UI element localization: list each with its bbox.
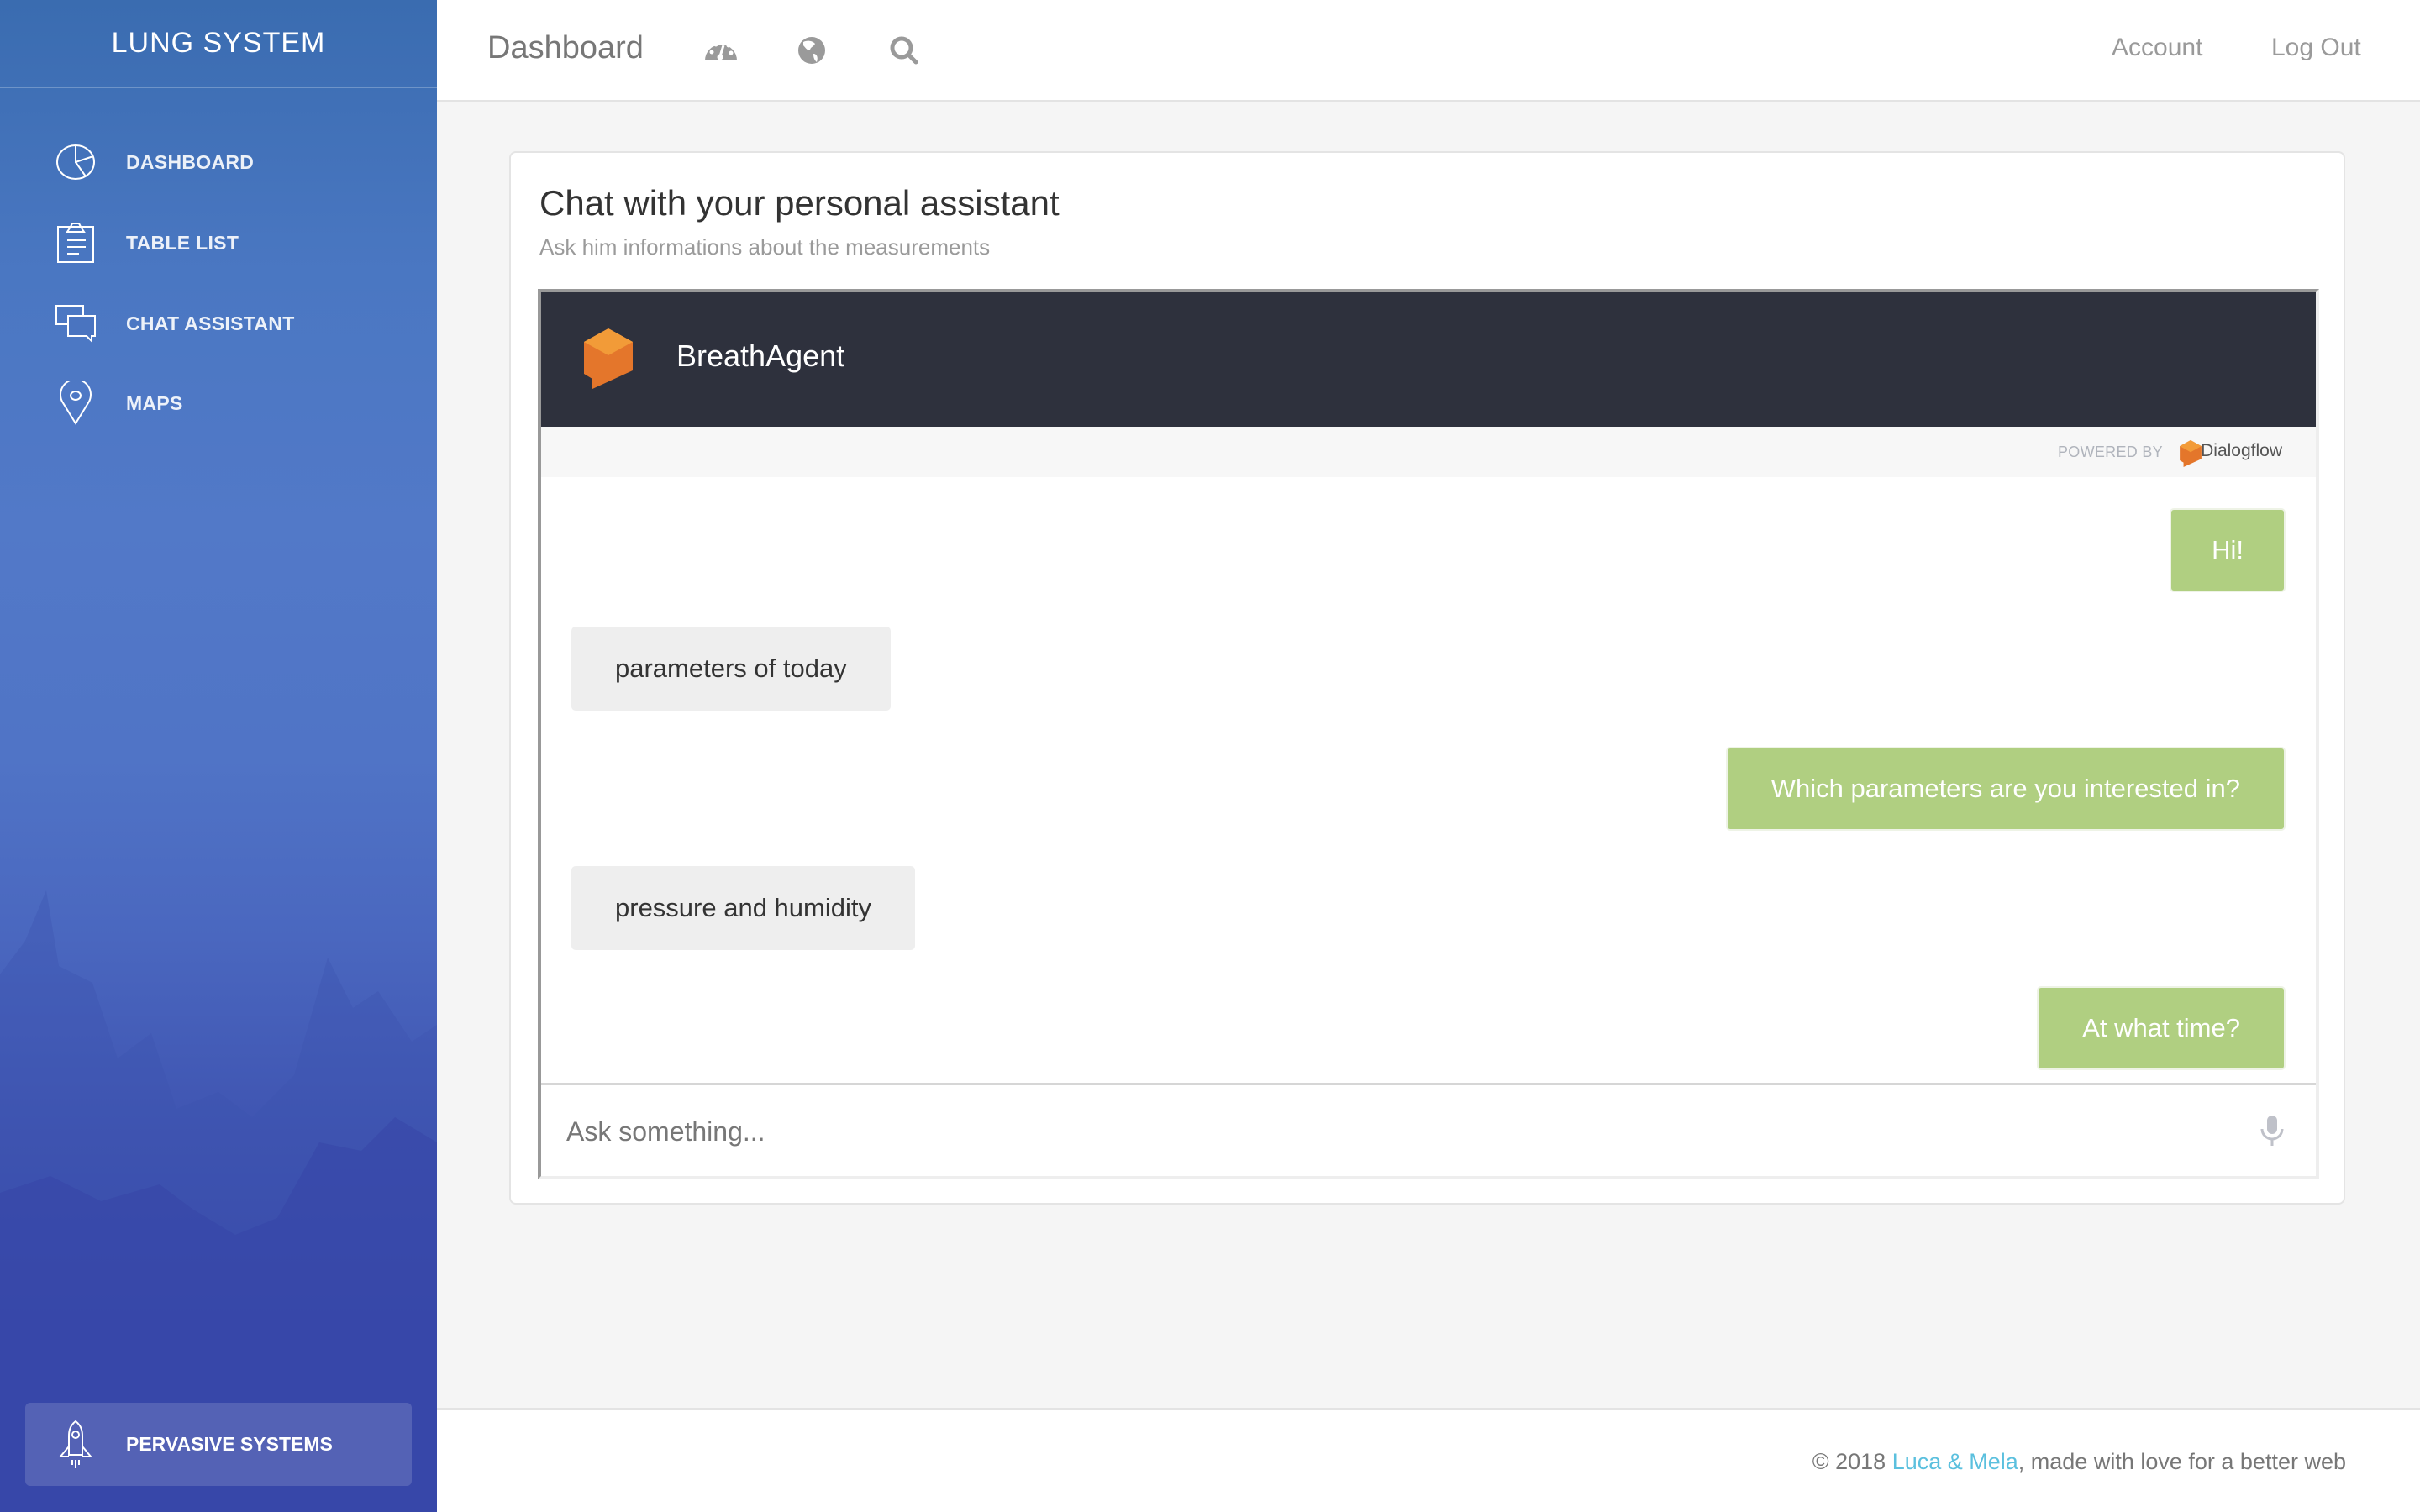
- chat-widget: BreathAgent POWERED BY Dialogflow Hi! pa…: [538, 289, 2319, 1179]
- dialogflow-logo-icon: [584, 328, 633, 389]
- dialogflow-small-logo-icon: [2180, 440, 2202, 467]
- footer-copyright: © 2018: [1812, 1449, 1892, 1474]
- pie-chart-icon: [54, 140, 97, 184]
- dialogflow-name: Dialogflow: [2201, 441, 2282, 460]
- top-navbar: Dashboard Account Log Out: [437, 0, 2420, 102]
- pervasive-systems-label: PERVASIVE SYSTEMS: [126, 1433, 333, 1455]
- chat-header: BreathAgent: [541, 292, 2316, 427]
- card-title: Chat with your personal assistant: [539, 183, 1060, 223]
- page-title[interactable]: Dashboard: [487, 30, 644, 66]
- sidebar-item-chat-assistant[interactable]: CHAT ASSISTANT: [0, 290, 437, 357]
- card-subtitle: Ask him informations about the measureme…: [539, 234, 991, 260]
- sidebar-item-label: CHAT ASSISTANT: [126, 312, 295, 334]
- sidebar-item-dashboard[interactable]: DASHBOARD: [0, 129, 437, 196]
- footer-tagline: , made with love for a better web: [2018, 1449, 2346, 1474]
- bot-message: Which parameters are you interested in?: [1725, 747, 2286, 831]
- footer-authors-link[interactable]: Luca & Mela: [1892, 1449, 2018, 1474]
- chat-bubbles-icon: [54, 302, 97, 345]
- message-list: Hi! parameters of today Which parameters…: [541, 477, 2316, 1086]
- pervasive-systems-button[interactable]: PERVASIVE SYSTEMS: [25, 1403, 412, 1486]
- sidebar-item-table-list[interactable]: TABLE LIST: [0, 209, 437, 276]
- microphone-icon[interactable]: [2259, 1114, 2286, 1147]
- sidebar-item-label: MAPS: [126, 391, 183, 414]
- powered-by-label: POWERED BY: [2057, 444, 2163, 460]
- logout-link[interactable]: Log Out: [2271, 34, 2361, 62]
- account-link[interactable]: Account: [2112, 34, 2202, 62]
- bot-message: Hi!: [2170, 508, 2286, 592]
- sidebar: LUNG SYSTEM DASHBOARD TABLE LIST CHAT AS…: [0, 0, 437, 1512]
- footer-text: © 2018 Luca & Mela, made with love for a…: [1812, 1449, 2346, 1475]
- sidebar-item-label: TABLE LIST: [126, 231, 239, 254]
- user-message: parameters of today: [571, 627, 891, 711]
- powered-by-bar: POWERED BY Dialogflow: [541, 427, 2316, 477]
- rocket-icon: [57, 1420, 94, 1470]
- chat-input-bar: [541, 1083, 2316, 1176]
- bot-message: At what time?: [2037, 986, 2286, 1070]
- footer: © 2018 Luca & Mela, made with love for a…: [437, 1408, 2420, 1512]
- sidebar-item-label: DASHBOARD: [126, 150, 255, 173]
- brand-title[interactable]: LUNG SYSTEM: [0, 0, 437, 88]
- search-icon[interactable]: [887, 34, 921, 67]
- dashboard-gauge-icon[interactable]: [704, 34, 738, 67]
- map-pin-icon: [54, 381, 97, 425]
- clipboard-icon: [54, 221, 97, 265]
- user-message: pressure and humidity: [571, 866, 915, 950]
- globe-icon[interactable]: [795, 34, 829, 67]
- chat-input[interactable]: [566, 1110, 2163, 1152]
- agent-name: BreathAgent: [676, 339, 845, 373]
- sidebar-item-maps[interactable]: MAPS: [0, 370, 437, 437]
